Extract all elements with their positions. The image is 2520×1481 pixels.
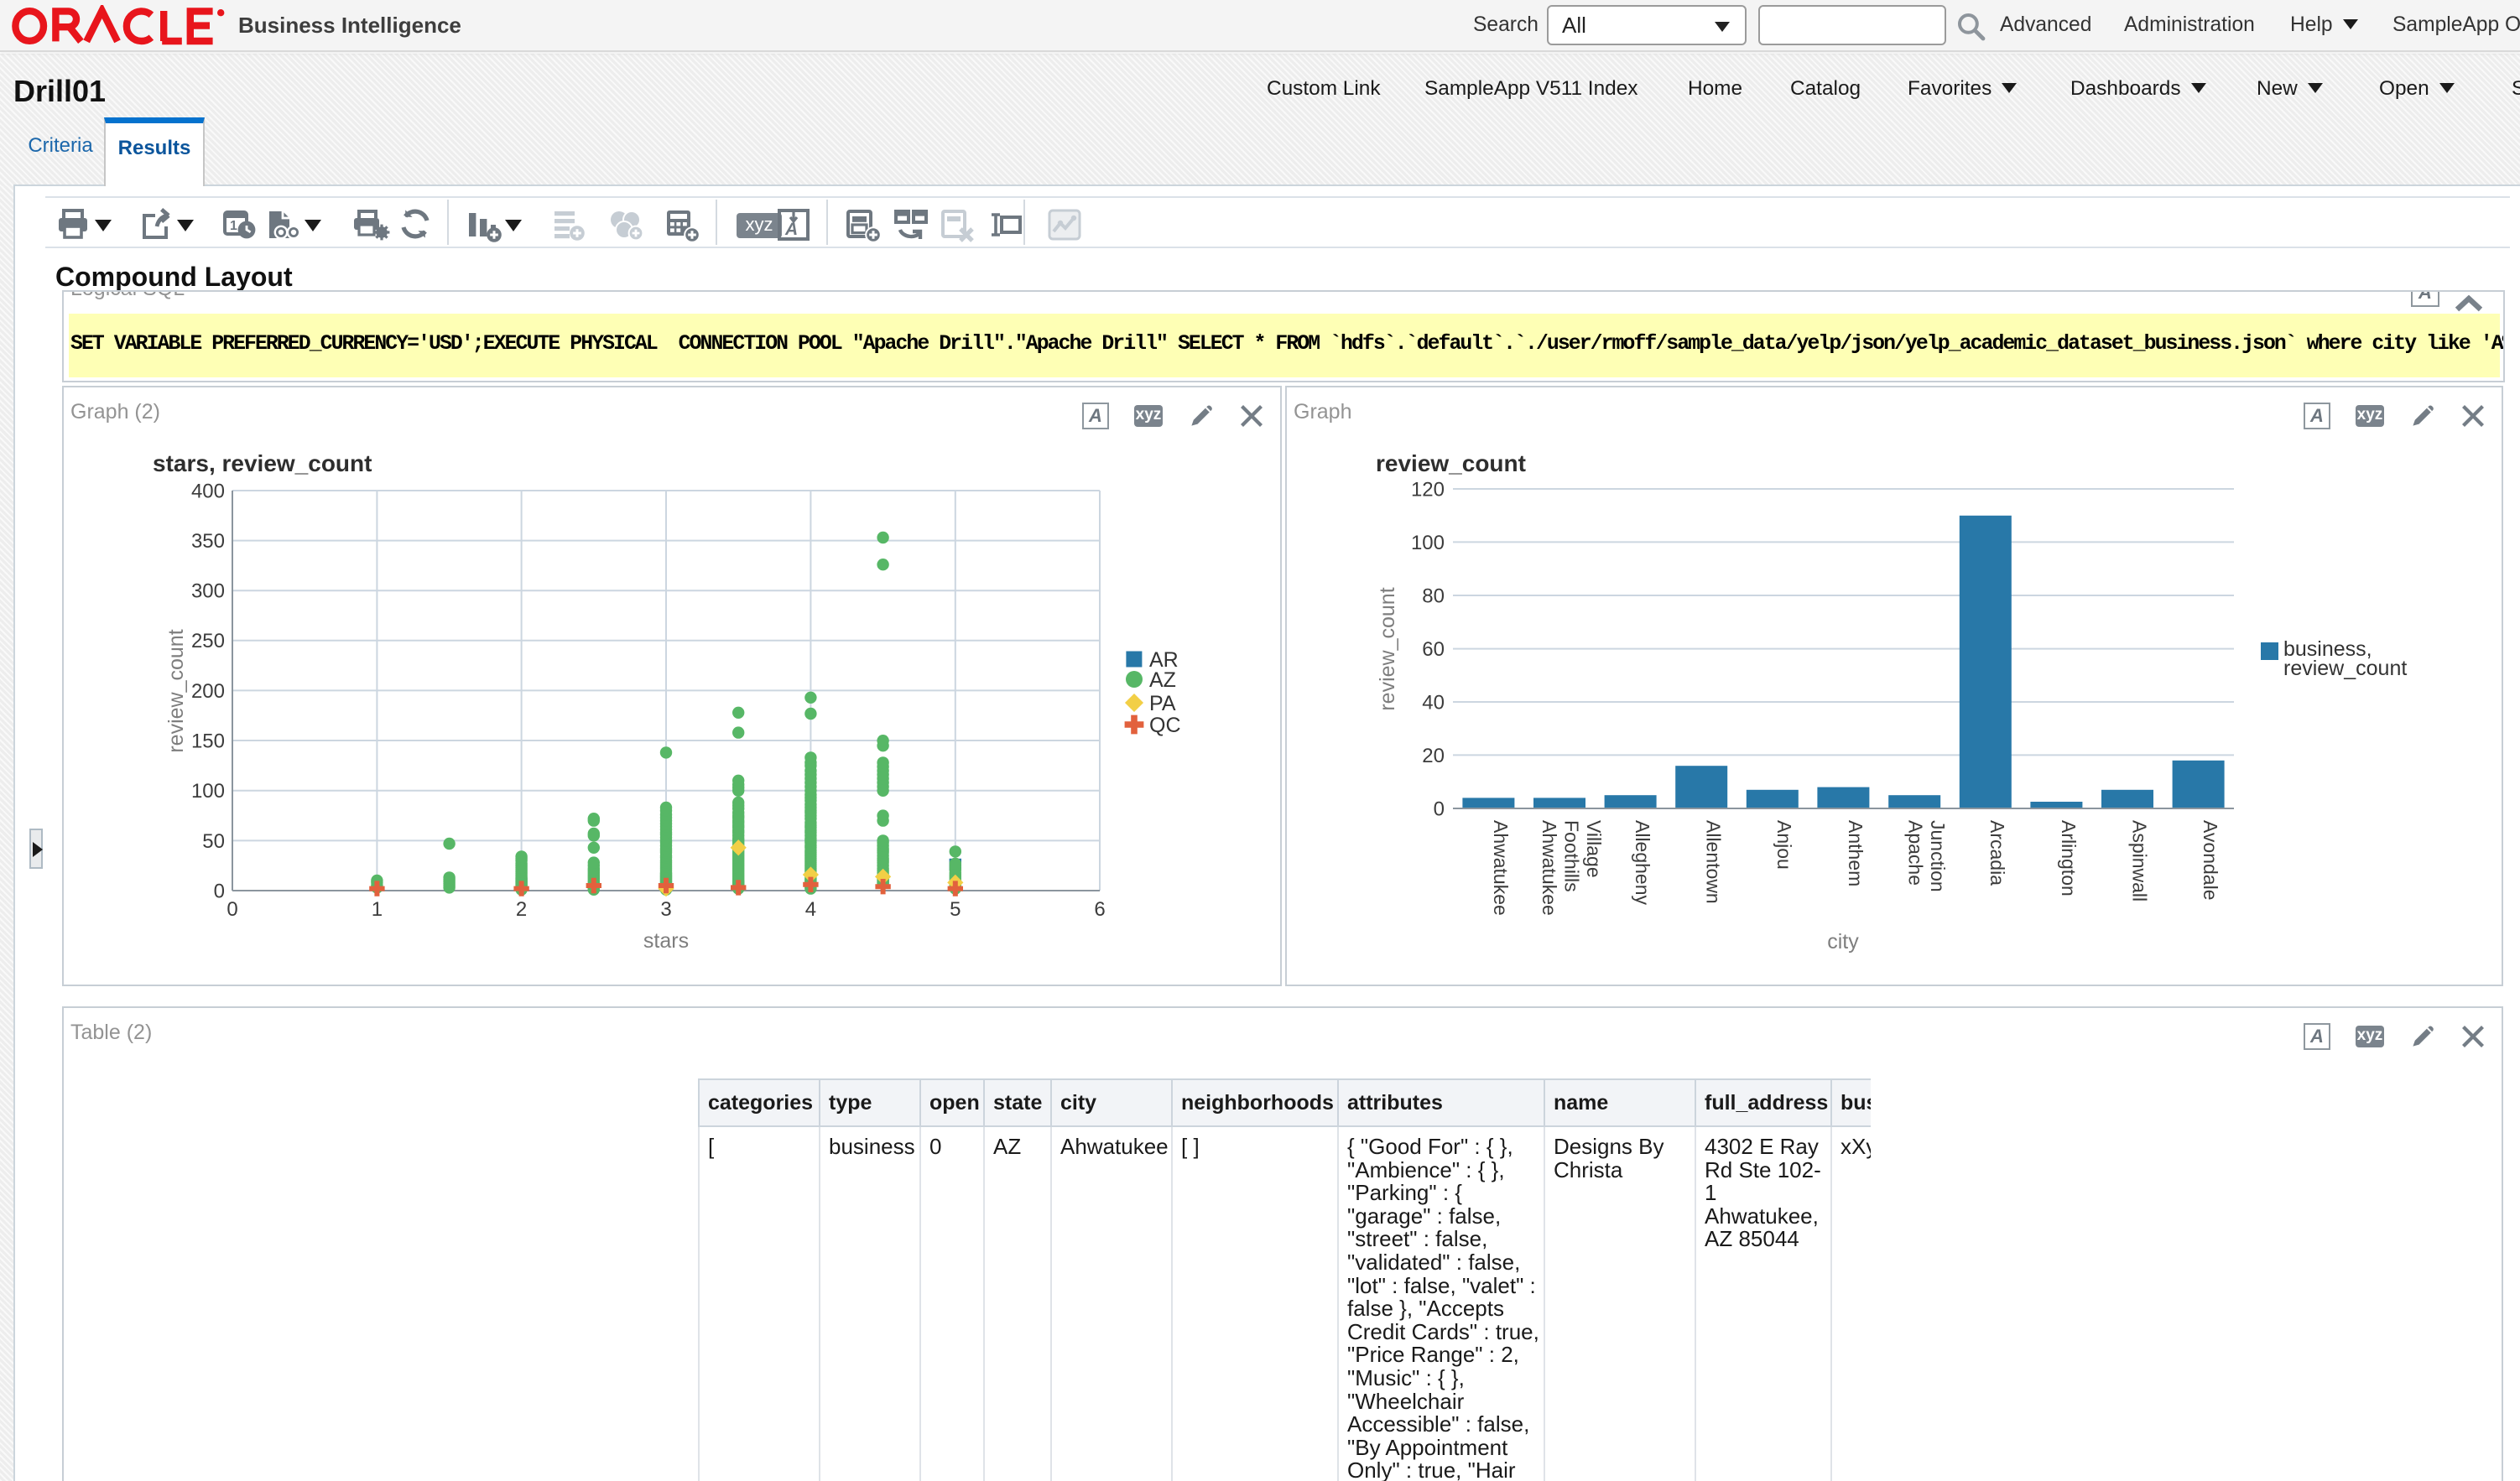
svg-text:20: 20 — [1422, 745, 1445, 767]
svg-text:40: 40 — [1422, 691, 1445, 714]
svg-text:Ahwatukee: Ahwatukee — [1490, 820, 1512, 916]
svg-text:5: 5 — [950, 898, 961, 921]
svg-text:100: 100 — [191, 780, 225, 803]
svg-text:review_count: review_count — [2283, 657, 2407, 680]
svg-text:Junction: Junction — [1927, 820, 1949, 892]
svg-text:60: 60 — [1422, 638, 1445, 661]
svg-text:Arlington: Arlington — [2058, 820, 2080, 896]
svg-text:400: 400 — [191, 480, 225, 502]
svg-text:0: 0 — [214, 880, 225, 902]
svg-text:0: 0 — [226, 898, 237, 921]
svg-text:2: 2 — [516, 898, 527, 921]
svg-text:city: city — [1827, 930, 1859, 954]
svg-text:PA: PA — [1149, 692, 1176, 715]
svg-text:120: 120 — [1411, 478, 1445, 501]
svg-text:100: 100 — [1411, 532, 1445, 554]
svg-text:QC: QC — [1149, 714, 1181, 737]
svg-text:6: 6 — [1094, 898, 1105, 921]
svg-text:Allentown: Allentown — [1703, 820, 1725, 904]
svg-text:1: 1 — [230, 219, 237, 233]
svg-text:Avondale: Avondale — [2200, 820, 2221, 901]
svg-text:Foothills: Foothills — [1560, 820, 1582, 892]
svg-text:1: 1 — [372, 898, 383, 921]
svg-text:200: 200 — [191, 680, 225, 703]
svg-text:3: 3 — [660, 898, 671, 921]
svg-text:300: 300 — [191, 580, 225, 603]
svg-text:review_count: review_count — [164, 629, 188, 752]
svg-text:80: 80 — [1422, 585, 1445, 607]
svg-text:Apache: Apache — [1904, 820, 1926, 886]
svg-text:Arcadia: Arcadia — [1986, 820, 2008, 886]
svg-text:Village: Village — [1583, 820, 1605, 878]
svg-text:150: 150 — [191, 730, 225, 752]
svg-text:Anjou: Anjou — [1773, 820, 1795, 870]
svg-text:Anthem: Anthem — [1845, 820, 1867, 886]
svg-text:Allegheny: Allegheny — [1632, 820, 1653, 906]
svg-text:review_count: review_count — [1376, 587, 1399, 710]
svg-text:50: 50 — [202, 830, 225, 853]
svg-text:AZ: AZ — [1149, 668, 1176, 692]
svg-text:0: 0 — [1434, 798, 1445, 820]
svg-text:stars: stars — [643, 929, 689, 953]
svg-text:Ahwatukee: Ahwatukee — [1539, 820, 1560, 916]
svg-text:250: 250 — [191, 630, 225, 652]
svg-text:Aspinwall: Aspinwall — [2128, 820, 2150, 902]
svg-text:A: A — [784, 220, 798, 239]
svg-text:4: 4 — [805, 898, 816, 921]
svg-text:review_count: review_count — [1376, 450, 1526, 476]
svg-text:stars, review_count: stars, review_count — [153, 450, 372, 476]
svg-text:350: 350 — [191, 530, 225, 553]
